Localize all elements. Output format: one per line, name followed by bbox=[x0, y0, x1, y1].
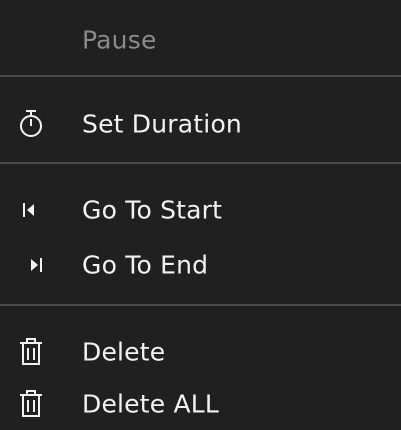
menu-separator bbox=[0, 75, 401, 77]
context-menu: Pause Set Duration Go To Start Go To End bbox=[0, 0, 401, 430]
menu-item-go-to-start[interactable]: Go To Start bbox=[0, 190, 401, 230]
menu-item-label: Go To Start bbox=[82, 195, 223, 225]
menu-item-go-to-end[interactable]: Go To End bbox=[0, 245, 401, 285]
menu-item-set-duration[interactable]: Set Duration bbox=[0, 104, 401, 144]
timer-icon bbox=[20, 110, 42, 137]
menu-separator bbox=[0, 162, 401, 164]
skip-to-start-icon bbox=[23, 203, 34, 217]
menu-item-label: Set Duration bbox=[82, 109, 242, 139]
menu-item-label: Delete bbox=[82, 337, 166, 367]
menu-item-pause: Pause bbox=[0, 20, 401, 60]
menu-item-label: Go To End bbox=[82, 250, 209, 280]
menu-item-label: Delete ALL bbox=[82, 389, 220, 419]
menu-item-delete[interactable]: Delete bbox=[0, 332, 401, 372]
trash-icon bbox=[20, 390, 42, 417]
trash-icon bbox=[20, 338, 42, 365]
menu-item-delete-all[interactable]: Delete ALL bbox=[0, 384, 401, 424]
skip-to-end-icon bbox=[31, 258, 42, 272]
menu-separator bbox=[0, 304, 401, 306]
menu-item-label: Pause bbox=[82, 25, 157, 55]
